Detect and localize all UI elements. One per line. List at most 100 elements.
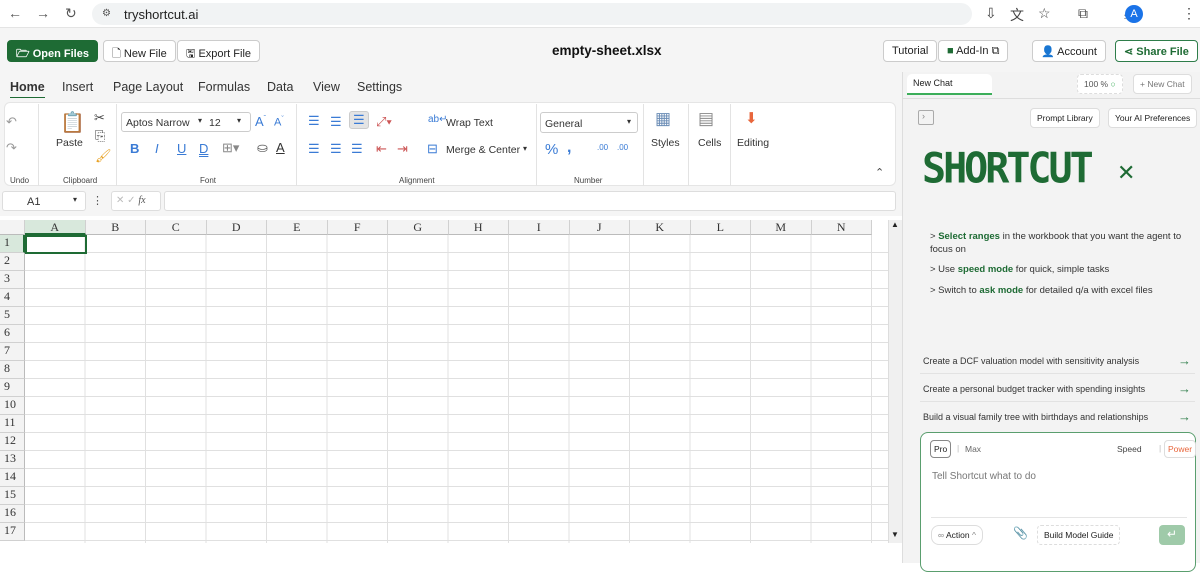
row-header[interactable]: 2: [0, 253, 25, 271]
selected-cell-a1[interactable]: [25, 235, 87, 254]
ai-preferences-button[interactable]: Your AI Preferences: [1108, 108, 1198, 128]
paste-icon[interactable]: 📋: [60, 110, 85, 135]
column-header[interactable]: G: [388, 220, 449, 235]
menu-icon[interactable]: ⋮: [1182, 5, 1196, 22]
fx-icon[interactable]: fx: [138, 195, 145, 206]
cancel-icon[interactable]: ✕: [116, 195, 124, 206]
decrease-decimal-icon[interactable]: .00: [617, 143, 628, 152]
address-bar[interactable]: tryshortcut.ai: [92, 3, 972, 25]
align-bottom-icon[interactable]: ☰: [349, 111, 369, 129]
increase-decimal-icon[interactable]: .00: [597, 143, 608, 152]
power-toggle[interactable]: Power: [1164, 440, 1197, 458]
decrease-font-icon[interactable]: Aˇ: [274, 116, 284, 129]
tutorial-button[interactable]: Tutorial: [883, 40, 938, 62]
cells-button[interactable]: Cells: [698, 137, 721, 149]
font-size-select[interactable]: 12: [209, 117, 221, 129]
cell-area[interactable]: [25, 235, 888, 543]
tab-page-layout[interactable]: Page Layout: [113, 80, 183, 94]
vertical-scrollbar[interactable]: ▲ ▼: [888, 220, 902, 543]
redo-icon[interactable]: ↷: [6, 140, 17, 156]
tab-home[interactable]: Home: [10, 80, 45, 99]
double-underline-icon[interactable]: D: [199, 141, 208, 156]
star-icon[interactable]: ☆: [1038, 5, 1051, 22]
reload-icon[interactable]: ↻: [65, 5, 77, 22]
select-all-corner[interactable]: [0, 220, 25, 235]
tab-new-chat[interactable]: New Chat: [907, 74, 992, 95]
forward-icon[interactable]: →: [36, 5, 50, 21]
row-header[interactable]: 11: [0, 415, 25, 433]
add-in-button[interactable]: ■ Add-In ⧉: [938, 40, 1009, 62]
action-button[interactable]: ∞ Action ^: [931, 525, 983, 545]
name-box[interactable]: A1 ▾: [2, 191, 86, 211]
prompt-input[interactable]: Tell Shortcut what to do: [932, 471, 1036, 482]
row-header[interactable]: 14: [0, 469, 25, 487]
suggestion-item[interactable]: Create a personal budget tracker with sp…: [920, 374, 1195, 402]
bold-icon[interactable]: B: [130, 141, 139, 156]
spreadsheet-grid[interactable]: ABCDEFGHIJKLMN 1 2 3 4 5 6 7 8 9 10 11 12 13 14 15 16 17: [0, 220, 888, 543]
align-right-icon[interactable]: ☰: [351, 141, 363, 157]
comma-style-icon[interactable]: ,: [567, 139, 571, 157]
account-button[interactable]: 👤 Account: [1032, 40, 1106, 62]
more-icon[interactable]: ⋮: [92, 194, 103, 207]
confirm-icon[interactable]: ✓: [127, 195, 135, 206]
column-header[interactable]: E: [267, 220, 328, 235]
tab-insert[interactable]: Insert: [62, 80, 93, 94]
speed-toggle[interactable]: Speed: [1117, 444, 1142, 454]
column-header[interactable]: C: [146, 220, 207, 235]
collapse-ribbon-icon[interactable]: ⌃: [875, 166, 884, 179]
tab-view[interactable]: View: [313, 80, 340, 94]
row-header[interactable]: 17: [0, 523, 25, 541]
editing-button[interactable]: Editing: [737, 137, 769, 149]
send-icon[interactable]: ↵: [1159, 525, 1185, 545]
extensions-icon[interactable]: ⧉: [1078, 5, 1088, 22]
translate-icon[interactable]: 文: [1010, 5, 1024, 25]
new-file-button[interactable]: 🗋 New File: [103, 40, 176, 62]
underline-icon[interactable]: U: [177, 141, 186, 156]
row-header[interactable]: 5: [0, 307, 25, 325]
column-header[interactable]: B: [85, 220, 146, 235]
suggestion-item[interactable]: Create a DCF valuation model with sensit…: [920, 346, 1195, 374]
max-toggle[interactable]: Max: [965, 444, 981, 454]
increase-indent-icon[interactable]: ⇥: [397, 141, 408, 157]
row-header[interactable]: 4: [0, 289, 25, 307]
attach-icon[interactable]: 📎: [1013, 526, 1028, 540]
row-header[interactable]: 15: [0, 487, 25, 505]
wrap-text-button[interactable]: Wrap Text: [446, 117, 493, 129]
fill-color-icon[interactable]: ⛀: [257, 140, 268, 156]
column-header[interactable]: K: [630, 220, 691, 235]
row-header[interactable]: 6: [0, 325, 25, 343]
column-header[interactable]: A: [25, 220, 86, 235]
italic-icon[interactable]: I: [155, 141, 159, 156]
row-header[interactable]: 9: [0, 379, 25, 397]
copy-icon[interactable]: ⎘: [95, 128, 105, 144]
scroll-up-icon[interactable]: ▲: [891, 220, 899, 229]
column-header[interactable]: H: [448, 220, 509, 235]
column-header[interactable]: D: [206, 220, 267, 235]
pro-toggle[interactable]: Pro: [930, 440, 952, 458]
styles-button[interactable]: Styles: [651, 137, 680, 149]
tab-settings[interactable]: Settings: [357, 80, 402, 94]
build-model-guide-button[interactable]: Build Model Guide: [1037, 525, 1121, 545]
site-settings-icon[interactable]: ⚙: [102, 8, 111, 19]
increase-font-icon[interactable]: Aˆ: [255, 114, 266, 129]
row-header[interactable]: 10: [0, 397, 25, 415]
percent-icon[interactable]: %: [545, 141, 558, 158]
column-header[interactable]: F: [327, 220, 388, 235]
export-file-button[interactable]: 🖫 Export File: [177, 40, 261, 62]
column-header[interactable]: J: [569, 220, 630, 235]
merge-center-button[interactable]: Merge & Center: [446, 144, 520, 156]
font-color-icon[interactable]: A: [276, 140, 285, 155]
cut-icon[interactable]: ✂: [94, 110, 105, 126]
column-header[interactable]: M: [751, 220, 812, 235]
sidebar-toggle-icon[interactable]: ›: [918, 110, 934, 125]
row-header[interactable]: 12: [0, 433, 25, 451]
paste-button[interactable]: Paste: [56, 137, 83, 149]
decrease-indent-icon[interactable]: ⇤: [376, 141, 387, 157]
tab-data[interactable]: Data: [267, 80, 293, 94]
align-center-icon[interactable]: ☰: [330, 141, 342, 157]
borders-icon[interactable]: ⊞▾: [222, 140, 239, 156]
undo-icon[interactable]: ↶: [6, 114, 17, 130]
row-header[interactable]: 8: [0, 361, 25, 379]
format-painter-icon[interactable]: 🖌: [95, 148, 112, 164]
align-left-icon[interactable]: ☰: [308, 141, 320, 157]
